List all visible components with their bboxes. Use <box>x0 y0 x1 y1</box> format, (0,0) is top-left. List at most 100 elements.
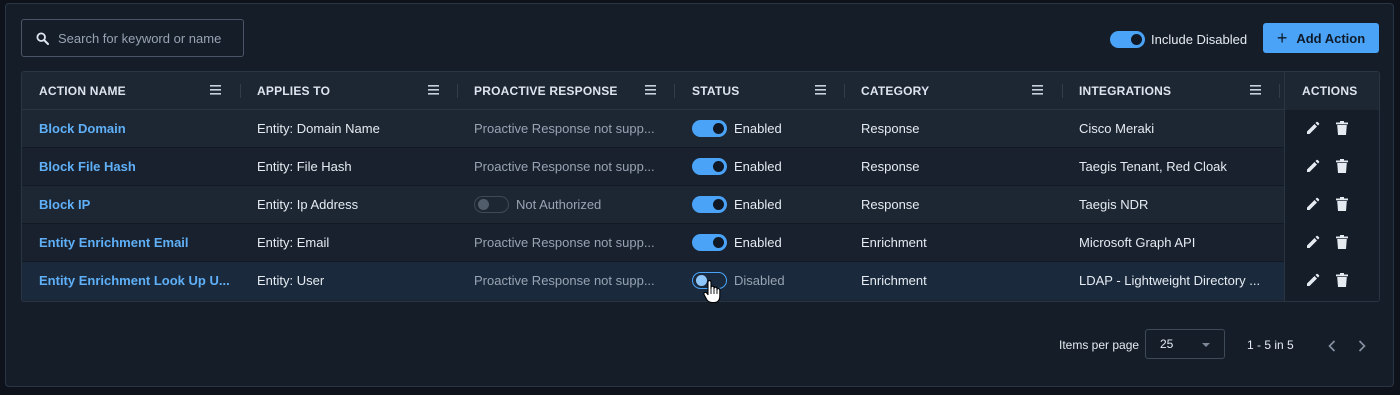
add-action-label: Add Action <box>1296 30 1366 46</box>
column-label: INTEGRATIONS <box>1079 84 1172 98</box>
search-icon <box>36 31 49 45</box>
search-input[interactable] <box>58 30 238 46</box>
automation-actions-panel: Include Disabled + Add Action ACTION NAM… <box>5 3 1394 387</box>
status-toggle[interactable] <box>692 196 727 213</box>
status-toggle[interactable] <box>692 234 727 251</box>
column-menu-icon[interactable] <box>210 85 221 95</box>
column-label: CATEGORY <box>861 84 930 98</box>
edit-icon[interactable] <box>1306 197 1320 211</box>
column-label: ACTIONS <box>1302 84 1358 98</box>
category-cell: Enrichment <box>861 235 927 250</box>
column-header-applies-to[interactable]: APPLIES TO <box>257 72 330 110</box>
category-cell: Response <box>861 197 920 212</box>
hand-cursor-icon <box>703 280 721 304</box>
actions-table: ACTION NAME APPLIES TO PROACTIVE RESPONS… <box>21 71 1380 302</box>
include-disabled-toggle[interactable] <box>1110 30 1145 48</box>
trash-icon[interactable] <box>1336 273 1348 287</box>
action-name-link[interactable]: Block IP <box>39 186 239 223</box>
search-box[interactable] <box>21 19 244 57</box>
applies-to-cell: Entity: Email <box>257 235 330 250</box>
status-label: Enabled <box>734 197 782 212</box>
trash-icon[interactable] <box>1336 121 1348 135</box>
status-cell: Enabled <box>692 186 842 223</box>
row-actions <box>1285 110 1379 148</box>
column-divider[interactable] <box>1279 84 1280 98</box>
proactive-response-cell: Proactive Response not supp... <box>474 159 655 174</box>
column-menu-icon[interactable] <box>1250 85 1261 95</box>
integrations-cell: Taegis Tenant, Red Cloak <box>1079 159 1227 174</box>
edit-icon[interactable] <box>1306 273 1320 287</box>
proactive-response-cell: Proactive Response not supp... <box>474 121 655 136</box>
status-toggle[interactable] <box>692 158 727 175</box>
row-actions <box>1285 224 1379 262</box>
edit-icon[interactable] <box>1306 121 1320 135</box>
chevron-right-icon[interactable] <box>1358 340 1366 352</box>
column-header-category[interactable]: CATEGORY <box>861 72 929 110</box>
table-row[interactable]: Block IP Entity: Ip Address Not Authoriz… <box>22 186 1284 224</box>
integrations-cell: LDAP - Lightweight Directory ... <box>1079 273 1261 288</box>
caret-down-icon <box>1202 343 1210 347</box>
status-cell: Enabled <box>692 110 842 147</box>
status-toggle[interactable] <box>692 120 727 137</box>
row-actions <box>1285 148 1379 186</box>
column-divider[interactable] <box>844 84 845 98</box>
table-row[interactable]: Block File Hash Entity: File Hash Proact… <box>22 148 1284 186</box>
applies-to-cell: Entity: Ip Address <box>257 197 359 212</box>
edit-icon[interactable] <box>1306 159 1320 173</box>
column-menu-icon[interactable] <box>428 85 439 95</box>
status-cell: Enabled <box>692 224 842 261</box>
row-actions <box>1285 186 1379 224</box>
trash-icon[interactable] <box>1336 197 1348 211</box>
column-menu-icon[interactable] <box>1032 85 1043 95</box>
column-header-integrations[interactable]: INTEGRATIONS <box>1079 72 1171 110</box>
action-name-link[interactable]: Entity Enrichment Look Up U... <box>39 262 239 299</box>
category-cell: Enrichment <box>861 273 927 288</box>
status-label: Enabled <box>734 159 782 174</box>
items-per-page-label: Items per page <box>1059 338 1140 352</box>
action-name-link[interactable]: Entity Enrichment Email <box>39 224 239 261</box>
action-name-link[interactable]: Block File Hash <box>39 148 239 185</box>
include-disabled-control[interactable]: Include Disabled <box>1110 27 1247 51</box>
column-divider[interactable] <box>674 84 675 98</box>
trash-icon[interactable] <box>1336 235 1348 249</box>
row-actions <box>1285 262 1379 300</box>
proactive-response-label: Not Authorized <box>516 197 602 212</box>
items-per-page-select[interactable]: 25 <box>1145 329 1225 359</box>
column-divider[interactable] <box>1062 84 1063 98</box>
column-divider[interactable] <box>240 84 241 98</box>
plus-icon: + <box>1276 28 1288 48</box>
status-label: Enabled <box>734 235 782 250</box>
column-header-action-name[interactable]: ACTION NAME <box>39 72 126 110</box>
column-menu-icon[interactable] <box>815 85 826 95</box>
proactive-response-cell: Not Authorized <box>474 186 669 223</box>
category-cell: Response <box>861 159 920 174</box>
column-label: ACTION NAME <box>39 84 126 98</box>
column-menu-icon[interactable] <box>645 85 656 95</box>
add-action-button[interactable]: + Add Action <box>1263 23 1379 53</box>
column-header-actions: ACTIONS <box>1302 72 1357 110</box>
table-row[interactable]: Entity Enrichment Email Entity: Email Pr… <box>22 224 1284 262</box>
table-row[interactable]: Block Domain Entity: Domain Name Proacti… <box>22 110 1284 148</box>
table-header: ACTION NAME APPLIES TO PROACTIVE RESPONS… <box>22 72 1379 110</box>
proactive-response-toggle <box>474 196 509 213</box>
integrations-cell: Taegis NDR <box>1079 197 1149 212</box>
status-cell: Enabled <box>692 148 842 185</box>
pagination-range: 1 - 5 in 5 <box>1247 338 1294 352</box>
column-divider[interactable] <box>457 84 458 98</box>
trash-icon[interactable] <box>1336 159 1348 173</box>
integrations-cell: Microsoft Graph API <box>1079 235 1196 250</box>
include-disabled-label: Include Disabled <box>1151 31 1248 47</box>
status-label: Disabled <box>734 273 785 288</box>
applies-to-cell: Entity: Domain Name <box>257 121 380 136</box>
column-label: PROACTIVE RESPONSE <box>474 84 618 98</box>
status-label: Enabled <box>734 121 782 136</box>
items-per-page-value: 25 <box>1160 337 1174 351</box>
column-label: STATUS <box>692 84 740 98</box>
action-name-link[interactable]: Block Domain <box>39 110 239 147</box>
edit-icon[interactable] <box>1306 235 1320 249</box>
proactive-response-cell: Proactive Response not supp... <box>474 235 655 250</box>
chevron-left-icon[interactable] <box>1328 340 1336 352</box>
column-header-proactive-response[interactable]: PROACTIVE RESPONSE <box>474 72 618 110</box>
column-header-status[interactable]: STATUS <box>692 72 739 110</box>
table-row[interactable]: Entity Enrichment Look Up U... Entity: U… <box>22 262 1284 300</box>
